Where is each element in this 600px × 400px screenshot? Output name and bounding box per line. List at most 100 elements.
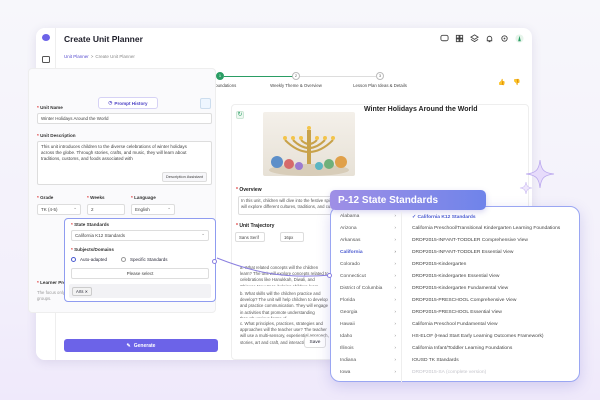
state-item[interactable]: Florida › bbox=[340, 298, 400, 303]
chat-icon[interactable] bbox=[440, 34, 449, 43]
standard-item-selected[interactable]: California K12 Standards bbox=[412, 214, 475, 220]
state-item[interactable]: Arkansas › bbox=[340, 238, 400, 243]
chevron-right-icon: › bbox=[394, 346, 396, 351]
breadcrumb-parent[interactable]: Unit Planner bbox=[64, 54, 89, 59]
state-standards-select[interactable]: California K12 Standards bbox=[71, 230, 209, 241]
standard-item[interactable]: IOUSD TK Standards bbox=[412, 358, 459, 363]
state-label: Idaho bbox=[340, 334, 353, 339]
stepper-line bbox=[224, 76, 296, 77]
wand-icon: ✎ bbox=[126, 342, 131, 349]
chevron-right-icon: › bbox=[394, 274, 396, 279]
standard-item[interactable]: DRDP2015-Kindergarten Essential View bbox=[412, 274, 499, 279]
chevron-right-icon: › bbox=[394, 250, 396, 255]
lightbulb-icon[interactable] bbox=[200, 98, 211, 109]
apps-icon[interactable] bbox=[455, 34, 464, 43]
state-label: Illinois bbox=[340, 346, 354, 351]
breadcrumb-current: Create Unit Planner bbox=[95, 54, 135, 59]
bell-icon[interactable] bbox=[485, 34, 494, 43]
connector-dot bbox=[327, 273, 332, 278]
subject-chip[interactable]: Arts ✕ bbox=[72, 287, 93, 296]
state-label: Arkansas bbox=[340, 238, 361, 243]
auto-adapted-radio[interactable] bbox=[71, 257, 76, 262]
step-1[interactable]: 1 bbox=[216, 72, 224, 80]
generate-button[interactable]: ✎ Generate bbox=[64, 339, 218, 352]
chevron-right-icon: › bbox=[394, 214, 396, 219]
prompt-history-label: Prompt History bbox=[114, 100, 148, 106]
avatar[interactable] bbox=[515, 34, 524, 43]
standard-item[interactable]: California Infant/Toddler Learning Found… bbox=[412, 346, 512, 351]
state-label: Florida bbox=[340, 298, 355, 303]
state-item[interactable]: Colorado › bbox=[340, 262, 400, 267]
grade-label: Grade bbox=[37, 195, 53, 200]
standards-section: State Standards California K12 Standards… bbox=[64, 218, 217, 302]
unit-trajectory-label: Unit Trajectory bbox=[236, 223, 274, 229]
auto-adapted-label: Auto-adapted bbox=[80, 257, 108, 262]
overview-label: Overview bbox=[236, 187, 261, 193]
state-item[interactable]: Idaho › bbox=[340, 334, 400, 339]
chevron-right-icon: › bbox=[394, 322, 396, 327]
weeks-label: Weeks bbox=[87, 195, 104, 200]
font-family-select[interactable]: Sans Serif bbox=[235, 232, 265, 242]
unit-name-input[interactable]: Winter Holidays Around the World bbox=[37, 113, 212, 124]
state-item[interactable]: Alabama › bbox=[340, 214, 400, 219]
weeks-input[interactable]: 2 bbox=[87, 204, 125, 215]
specific-standards-radio[interactable] bbox=[121, 257, 127, 262]
unit-description-text: This unit introduces children to the div… bbox=[41, 144, 187, 161]
chip-label: Arts bbox=[76, 289, 84, 294]
prompt-history-button[interactable]: ◷ Prompt History bbox=[98, 97, 158, 109]
description-assistant-button[interactable]: Description Assistant bbox=[161, 172, 207, 182]
state-item[interactable]: District of Columbia › bbox=[340, 286, 400, 291]
save-button[interactable]: Save bbox=[304, 336, 326, 348]
step-2-label: Weekly Theme & Overview bbox=[270, 83, 322, 88]
grade-select[interactable]: TK (4-5) bbox=[37, 204, 81, 215]
layers-icon[interactable] bbox=[470, 34, 479, 43]
chevron-right-icon: › bbox=[394, 358, 396, 363]
step-3[interactable]: 3 bbox=[376, 72, 384, 80]
settings-icon[interactable] bbox=[500, 34, 509, 43]
state-item[interactable]: Connecticut › bbox=[340, 274, 400, 279]
history-icon: ◷ bbox=[108, 100, 113, 105]
state-item[interactable]: Illinois › bbox=[340, 346, 400, 351]
specific-standards-label: Specific Standards bbox=[130, 257, 168, 262]
state-label: Alabama bbox=[340, 214, 360, 219]
state-item[interactable]: Iowa › bbox=[340, 370, 400, 375]
close-icon[interactable]: ✕ bbox=[85, 289, 89, 294]
state-label: Georgia bbox=[340, 310, 358, 315]
state-item-active[interactable]: California › bbox=[340, 250, 400, 255]
menorah-illustration bbox=[269, 126, 349, 176]
standard-item[interactable]: DRDP2015-Kindergarten bbox=[412, 262, 466, 267]
state-label: Connecticut bbox=[340, 274, 366, 279]
top-icons bbox=[440, 34, 524, 43]
app-logo-icon bbox=[42, 34, 50, 41]
font-size-select[interactable]: 16px bbox=[280, 232, 304, 242]
standard-item[interactable]: DRDP2015-PRESCHOOL Comprehensive View bbox=[412, 298, 516, 303]
subjects-select[interactable]: Please select bbox=[71, 268, 209, 279]
standard-item[interactable]: DRDP2015-PRESCHOOL Essential View bbox=[412, 310, 502, 315]
stepper: 1 2 3 Unit Foundations Weekly Theme & Ov… bbox=[204, 68, 416, 92]
thumbs-down-icon[interactable]: 👎 bbox=[513, 79, 520, 86]
state-label: District of Columbia bbox=[340, 286, 383, 291]
standard-item[interactable]: DRDP2015-INFANT-TODDLER Comprehensive Vi… bbox=[412, 238, 528, 243]
home-icon[interactable] bbox=[42, 56, 50, 63]
standard-item[interactable]: California Preschool/Transitional Kinder… bbox=[412, 226, 560, 231]
standard-item[interactable]: DRDP2015-SA (complete version) bbox=[412, 370, 486, 375]
question-b-text: b. What skills will the children practic… bbox=[240, 291, 329, 318]
state-item[interactable]: Hawaii › bbox=[340, 322, 400, 327]
subjects-label: Subjects/Domains bbox=[71, 247, 114, 252]
state-item[interactable]: Georgia › bbox=[340, 310, 400, 315]
generate-label: Generate bbox=[133, 342, 156, 349]
state-item[interactable]: Arizona › bbox=[340, 226, 400, 231]
standard-item[interactable]: DRDP2015-Kindergarten Fundamental View bbox=[412, 286, 508, 291]
standard-item[interactable]: HS-ELOF (Head Start Early Learning Outco… bbox=[412, 334, 544, 339]
unit-description-textarea[interactable]: This unit introduces children to the div… bbox=[37, 141, 212, 185]
step-2[interactable]: 2 bbox=[292, 72, 300, 80]
chevron-right-icon: › bbox=[394, 310, 396, 315]
state-list: Alabama › Arizona › Arkansas › California › … bbox=[334, 212, 402, 382]
language-select[interactable]: English bbox=[131, 204, 175, 215]
refresh-icon[interactable]: ↻ bbox=[236, 111, 244, 119]
state-item[interactable]: Indiana › bbox=[340, 358, 400, 363]
standard-item[interactable]: California Preschool Fundamental View bbox=[412, 322, 498, 327]
unit-cover-image bbox=[263, 112, 355, 176]
thumbs-up-icon[interactable]: 👍 bbox=[498, 79, 505, 86]
standard-item[interactable]: DRDP2015-INFANT-TODDLER Essential View bbox=[412, 250, 513, 255]
